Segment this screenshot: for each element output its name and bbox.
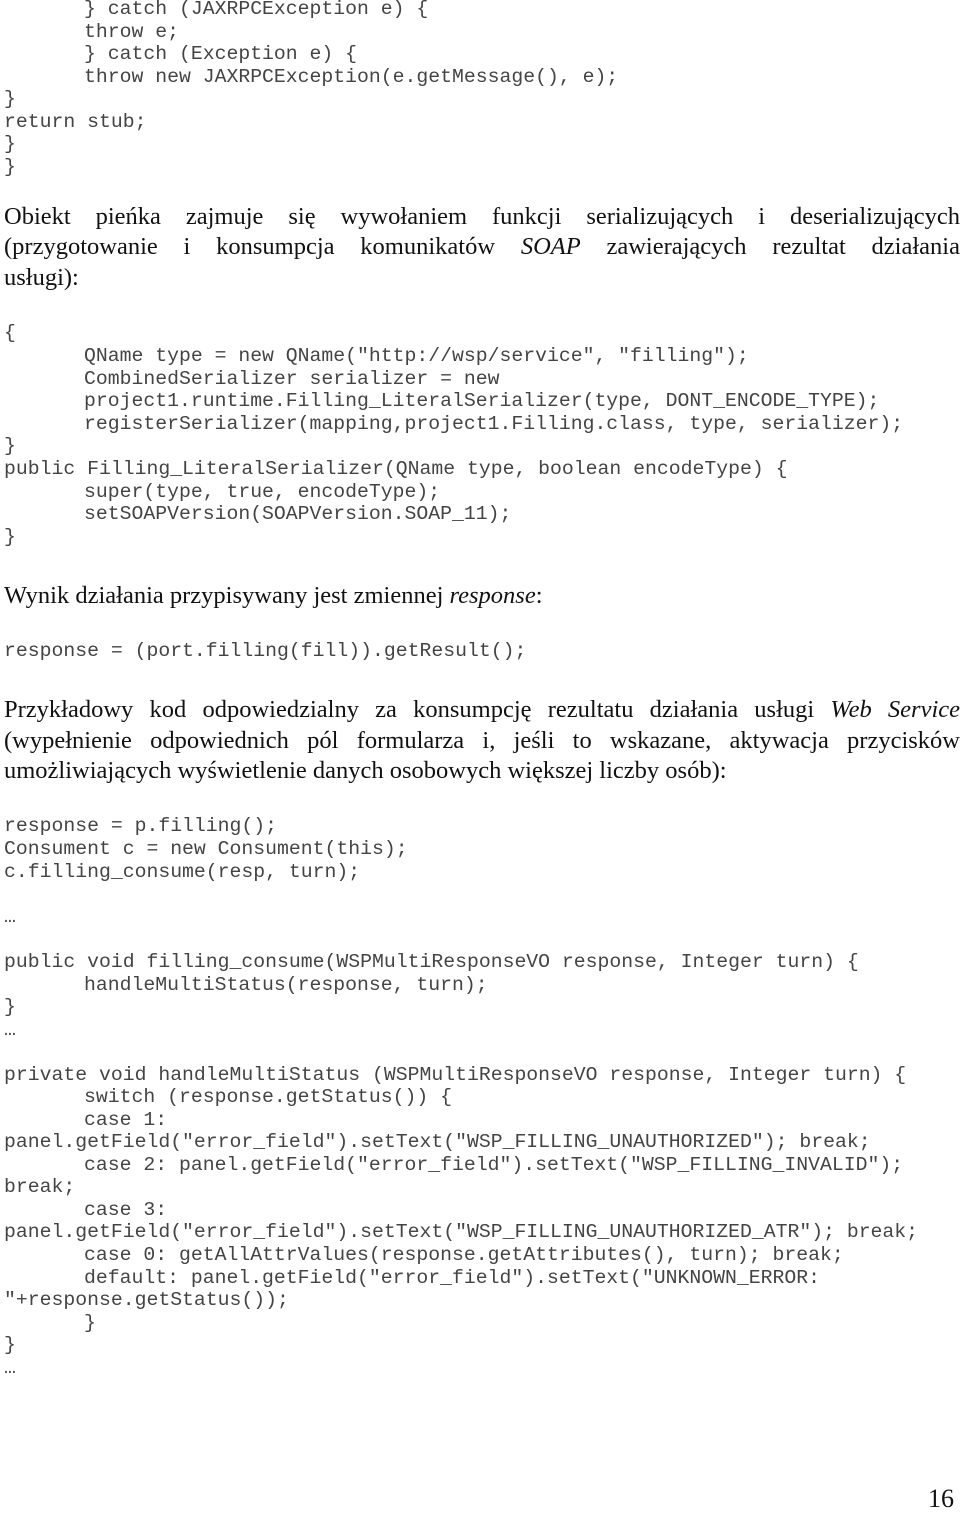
code-line: public void filling_consume(WSPMultiResp… xyxy=(4,951,859,973)
code-line: default: panel.getField("error_field").s… xyxy=(84,1267,820,1289)
code-line: return stub; xyxy=(4,111,147,133)
ellipsis: … xyxy=(4,1019,16,1041)
code-line: } xyxy=(4,526,16,548)
text: zawierających rezultat działania xyxy=(580,233,960,260)
paragraph-line: Obiekt pieńka zajmuje się wywołaniem fun… xyxy=(4,203,960,230)
code-line: } xyxy=(4,88,16,110)
emphasis: Web Service xyxy=(830,696,960,723)
code-line: } xyxy=(4,156,16,178)
text: Wynik działania przypisywany jest zmienn… xyxy=(4,582,450,609)
paragraph-line: umożliwiających wyświetlenie danych osob… xyxy=(4,757,727,784)
text: : xyxy=(535,582,543,609)
code-line: CombinedSerializer serializer = new xyxy=(84,368,500,390)
code-line: } xyxy=(4,133,16,155)
code-line: "+response.getStatus()); xyxy=(4,1289,289,1311)
code-line: } catch (Exception e) { xyxy=(84,43,358,65)
paragraph-line: Wynik działania przypisywany jest zmienn… xyxy=(4,581,543,611)
code-line: super(type, true, encodeType); xyxy=(84,481,441,503)
code-line: switch (response.getStatus()) { xyxy=(84,1086,452,1108)
code-line: } xyxy=(4,996,16,1018)
code-line: throw e; xyxy=(84,21,179,43)
code-line: private void handleMultiStatus (WSPMulti… xyxy=(4,1064,907,1086)
code-line: Consument c = new Consument(this); xyxy=(4,838,408,860)
code-line: handleMultiStatus(response, turn); xyxy=(84,974,488,996)
code-line: } xyxy=(4,1334,16,1356)
code-line: } xyxy=(84,1312,96,1334)
code-line: public Filling_LiteralSerializer(QName t… xyxy=(4,458,788,480)
code-line: case 2: panel.getField("error_field").se… xyxy=(84,1154,904,1176)
code-line: c.filling_consume(resp, turn); xyxy=(4,861,361,883)
text: (przygotowanie i konsumpcja komunikatów xyxy=(4,233,521,260)
emphasis: response xyxy=(449,582,536,609)
code-line: registerSerializer(mapping,project1.Fill… xyxy=(84,413,904,435)
code-line: case 3: xyxy=(84,1199,168,1221)
text: Przykładowy kod odpowiedzialny za konsum… xyxy=(4,696,831,723)
code-line: panel.getField("error_field").setText("W… xyxy=(4,1131,871,1153)
code-line: panel.getField("error_field").setText("W… xyxy=(4,1221,919,1243)
code-line: } catch (JAXRPCException e) { xyxy=(84,0,429,20)
code-line: response = (port.filling(fill)).getResul… xyxy=(4,640,527,662)
code-line: case 0: getAllAttrValues(response.getAtt… xyxy=(84,1244,844,1266)
code-line: QName type = new QName("http://wsp/servi… xyxy=(84,345,749,367)
paragraph-line: Przykładowy kod odpowiedzialny za konsum… xyxy=(4,695,960,725)
paragraph-line: (wypełnienie odpowiednich pól formularza… xyxy=(4,727,960,754)
ellipsis: … xyxy=(4,1357,16,1379)
ellipsis: … xyxy=(4,906,16,928)
code-line: throw new JAXRPCException(e.getMessage()… xyxy=(84,66,619,88)
paragraph-line: (przygotowanie i konsumpcja komunikatów … xyxy=(4,232,960,262)
paragraph-line: usługi): xyxy=(4,264,79,291)
emphasis: SOAP xyxy=(520,233,581,260)
code-line: case 1: xyxy=(84,1109,168,1131)
code-line: } xyxy=(4,435,16,457)
code-line: { xyxy=(4,322,16,344)
code-line: response = p.filling(); xyxy=(4,815,278,837)
code-line: project1.runtime.Filling_LiteralSerializ… xyxy=(84,390,880,412)
page-number: 16 xyxy=(928,1484,954,1513)
code-line: setSOAPVersion(SOAPVersion.SOAP_11); xyxy=(84,503,512,525)
code-line: break; xyxy=(4,1176,76,1198)
